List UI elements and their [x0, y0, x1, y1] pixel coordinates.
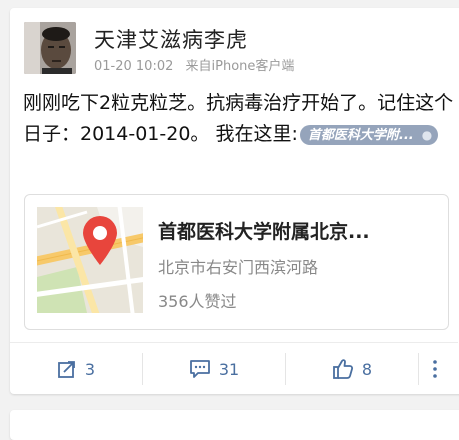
location-pin-icon: ●	[421, 127, 433, 142]
repost-button[interactable]: 3	[10, 343, 142, 395]
post-source[interactable]: 来自iPhone客户端	[186, 59, 295, 74]
location-card-likes: 356人赞过	[158, 292, 237, 311]
comment-icon	[189, 360, 210, 378]
avatar[interactable]	[24, 22, 76, 74]
thumbs-up-icon	[333, 359, 353, 379]
map-thumbnail	[37, 207, 143, 313]
location-tag[interactable]: 首都医科大学附... ●	[299, 124, 439, 145]
post-time: 01-20 10:02	[94, 59, 174, 74]
post-card: 天津艾滋病李虎 01-20 10:02 来自iPhone客户端 刚刚吃下2粒克粒…	[10, 8, 459, 394]
comment-count: 31	[218, 359, 240, 379]
location-tag-label: 首都医科大学附...	[307, 127, 414, 143]
action-bar: 3 31 8	[10, 342, 458, 395]
post-meta: 01-20 10:02 来自iPhone客户端	[94, 55, 302, 74]
username[interactable]: 天津艾滋病李虎	[94, 24, 248, 54]
comment-button[interactable]: 31	[143, 343, 285, 395]
location-card-title: 首都医科大学附属北京...	[158, 221, 370, 243]
like-count: 8	[361, 359, 373, 379]
post-text-block: 刚刚吃下2粒克粒芝。抗病毒治疗开始了。记住这个日子：2014-01-20。 我在…	[23, 88, 459, 150]
repost-count: 3	[84, 359, 96, 379]
map-pin-icon	[83, 216, 117, 265]
repost-icon	[58, 361, 75, 378]
more-icon	[433, 360, 437, 378]
more-button[interactable]	[419, 343, 459, 395]
next-post-card	[10, 410, 459, 440]
location-card[interactable]: 首都医科大学附属北京... 北京市右安门西滨河路 356人赞过	[24, 194, 449, 330]
like-button[interactable]: 8	[286, 343, 418, 395]
location-card-address: 北京市右安门西滨河路	[158, 258, 319, 277]
